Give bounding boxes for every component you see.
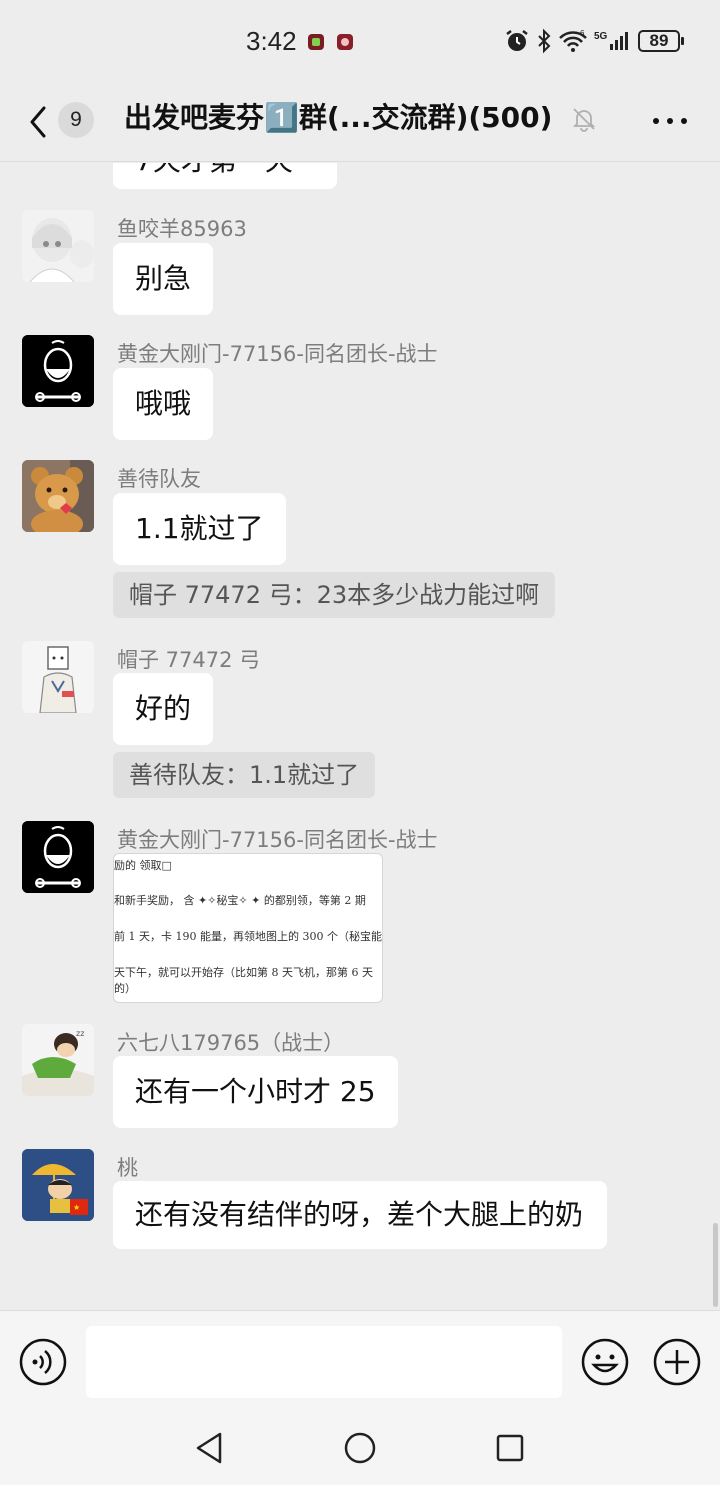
message-text: 好的 <box>135 692 192 725</box>
message-input[interactable] <box>86 1326 562 1398</box>
message-bubble[interactable]: 哦哦 <box>113 368 214 440</box>
sender-name: 鱼咬羊85963 <box>117 217 247 241</box>
nav-home-icon[interactable] <box>342 1430 378 1466</box>
notification-app-icon <box>337 34 353 50</box>
status-bar: 3:42 6 5G 89 <box>0 0 720 84</box>
message-text: 别急 <box>135 262 192 295</box>
svg-text:5G: 5G <box>594 31 608 42</box>
notification-app-icon <box>308 34 324 50</box>
sender-name: 帽子 77472 弓 <box>117 648 261 672</box>
avatar[interactable] <box>22 641 94 713</box>
message-text: 1.1就过了 <box>135 512 264 545</box>
quoted-text: 善待队友：1.1就过了 <box>129 761 360 789</box>
image-text-line: 和新手奖励， 含 ✦✧秘宝✧ ✦ 的都别领，等第 2 期 <box>114 894 366 907</box>
sender-name: 黄金大刚门-77156-同名团长-战士 <box>117 342 438 366</box>
avatar[interactable] <box>22 210 94 282</box>
image-text-line: 的） <box>114 982 136 995</box>
nav-recent-apps-icon[interactable] <box>494 1432 526 1464</box>
chat-title[interactable]: 出发吧麦芬1️⃣群(...交流群)(500) <box>124 98 552 138</box>
message-text: 7天才第一天 <box>135 163 293 177</box>
image-text-line: 天下午，就可以开始存（比如第 8 天飞机，那第 6 天 <box>114 966 373 979</box>
avatar[interactable] <box>22 821 94 893</box>
more-functions-button[interactable] <box>652 1337 702 1387</box>
input-bar <box>0 1310 720 1412</box>
quoted-reply[interactable]: 帽子 77472 弓：23本多少战力能过啊 <box>113 572 556 618</box>
message-bubble[interactable]: 还有没有结伴的呀，差个大腿上的奶 <box>113 1181 607 1249</box>
message-bubble[interactable]: 别急 <box>113 243 214 315</box>
sender-name: 善待队友 <box>117 467 201 491</box>
status-icons: 6 5G 89 <box>504 28 684 54</box>
battery-indicator: 89 <box>638 30 684 52</box>
sender-name: 黄金大刚门-77156-同名团长-战士 <box>117 828 438 852</box>
back-button[interactable] <box>24 102 54 142</box>
avatar[interactable]: zz <box>22 1024 94 1096</box>
sender-name: 桃 <box>117 1156 138 1180</box>
image-message[interactable]: 励的 领取□ 和新手奖励， 含 ✦✧秘宝✧ ✦ 的都别领，等第 2 期 前 1 … <box>113 853 383 1003</box>
unread-count-badge[interactable]: 9 <box>58 102 94 138</box>
message-bubble[interactable]: 1.1就过了 <box>113 493 286 565</box>
message-text: 还有没有结伴的呀，差个大腿上的奶 <box>135 1198 584 1231</box>
nav-back-icon[interactable] <box>192 1430 228 1466</box>
wifi-icon: 6 <box>559 29 587 52</box>
message-text: 哦哦 <box>135 387 192 420</box>
image-text-line: 励的 领取□ <box>114 859 172 872</box>
svg-text:6: 6 <box>580 29 585 38</box>
alarm-icon <box>506 30 528 51</box>
system-nav-bar <box>0 1412 720 1485</box>
emoji-button[interactable] <box>580 1337 630 1387</box>
scrollbar-thumb[interactable] <box>713 1223 718 1307</box>
bluetooth-icon <box>538 28 551 54</box>
quoted-text: 帽子 77472 弓：23本多少战力能过啊 <box>129 581 540 609</box>
avatar[interactable]: ★ <box>22 1149 94 1221</box>
avatar[interactable] <box>22 335 94 407</box>
svg-text:zz: zz <box>76 1029 84 1038</box>
message-bubble[interactable]: 7天才第一天 <box>113 163 337 189</box>
message-bubble[interactable]: 还有一个小时才 25 <box>113 1056 398 1128</box>
message-bubble[interactable]: 好的 <box>113 673 214 745</box>
chat-header: 9 出发吧麦芬1️⃣群(...交流群)(500) <box>0 84 720 162</box>
quoted-reply[interactable]: 善待队友：1.1就过了 <box>113 752 376 798</box>
sender-name: 六七八179765（战士） <box>117 1031 345 1055</box>
svg-text:★: ★ <box>73 1203 80 1212</box>
cellular-signal-icon: 5G <box>594 31 628 50</box>
mute-bell-icon <box>572 108 596 132</box>
voice-input-button[interactable] <box>18 1337 68 1387</box>
image-text-line: 前 1 天，卡 190 能量，再领地图上的 300 个（秘宝能 <box>114 930 382 943</box>
message-text: 还有一个小时才 25 <box>135 1075 376 1108</box>
more-options-button[interactable] <box>650 106 690 136</box>
chat-message-list[interactable]: 7天才第一天 鱼咬羊85963 别急 黄金大刚门-77156-同名团长-战士 哦… <box>0 163 720 1310</box>
avatar[interactable] <box>22 460 94 532</box>
status-time: 3:42 <box>246 26 297 56</box>
